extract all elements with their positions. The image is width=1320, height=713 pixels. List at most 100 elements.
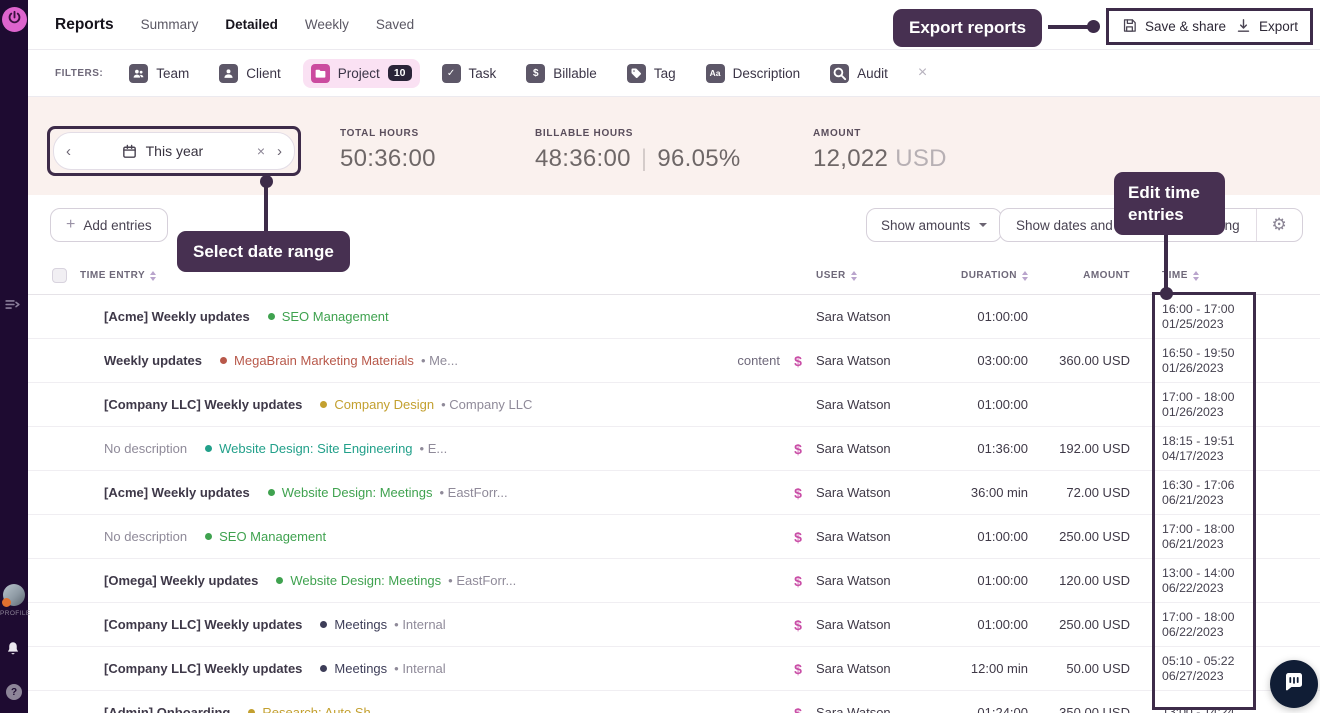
- table-row[interactable]: [Acme] Weekly updates Website Design: Mee…: [28, 471, 1320, 515]
- table-row[interactable]: No description Website Design: Site Engin…: [28, 427, 1320, 471]
- filter-chip-team[interactable]: Team: [121, 59, 197, 88]
- column-duration[interactable]: DURATION: [944, 270, 1046, 281]
- column-user[interactable]: USER: [816, 270, 944, 281]
- tab-detailed[interactable]: Detailed: [225, 17, 278, 32]
- column-time-entry[interactable]: TIME ENTRY: [80, 270, 716, 281]
- entry-description[interactable]: [Company LLC] Weekly updates: [104, 617, 302, 632]
- clear-date-icon[interactable]: ×: [257, 143, 265, 159]
- entry-description[interactable]: [Acme] Weekly updates: [104, 485, 250, 500]
- menu-expand-icon[interactable]: [4, 296, 21, 318]
- stat-label: TOTAL HOURS: [340, 128, 436, 139]
- entry-description[interactable]: [Acme] Weekly updates: [104, 309, 250, 324]
- profile-avatar[interactable]: [3, 584, 25, 606]
- filter-chip-label: Audit: [857, 66, 888, 81]
- billable-dollar-icon[interactable]: $: [780, 353, 816, 369]
- filter-chip-project[interactable]: Project10: [303, 59, 420, 88]
- select-all-checkbox[interactable]: [52, 268, 67, 283]
- entry-time-range[interactable]: 16:30 - 17:0606/21/2023: [1154, 478, 1320, 508]
- table-row[interactable]: [Acme] Weekly updatesSEO ManagementSara …: [28, 295, 1320, 339]
- filter-chip-task[interactable]: ✓Task: [434, 59, 505, 88]
- stat-billable-hours: BILLABLE HOURS 48:36:00|96.05%: [535, 128, 741, 173]
- save-share-button[interactable]: Save & share: [1121, 17, 1226, 37]
- project-icon: [311, 64, 330, 83]
- main-area: Reports Summary Detailed Weekly Saved Save …: [28, 0, 1320, 713]
- filter-chip-billable[interactable]: $Billable: [518, 59, 605, 88]
- billable-dollar-icon[interactable]: $: [780, 661, 816, 677]
- billable-dollar-icon[interactable]: $: [780, 485, 816, 501]
- tab-saved[interactable]: Saved: [376, 17, 414, 32]
- chevron-left-icon[interactable]: ‹: [66, 143, 71, 160]
- filter-chip-client[interactable]: Client: [211, 59, 289, 88]
- table-row[interactable]: Weekly updates MegaBrain Marketing Materi…: [28, 339, 1320, 383]
- billable-dollar-icon[interactable]: $: [780, 529, 816, 545]
- entry-time-range[interactable]: 16:50 - 19:5001/26/2023: [1154, 346, 1320, 376]
- table-row[interactable]: [Company LLC] Weekly updates Meetings• In…: [28, 647, 1320, 691]
- entry-duration: 03:00:00: [944, 353, 1046, 368]
- table-row[interactable]: [Omega] Weekly updates Website Design: Me…: [28, 559, 1320, 603]
- app-logo[interactable]: [2, 7, 27, 32]
- table-row[interactable]: No descriptionSEO Management$Sara Watson…: [28, 515, 1320, 559]
- table-row[interactable]: [Admin] Onboarding Research: Auto Sh... $S…: [28, 691, 1320, 713]
- entry-time-range[interactable]: 18:15 - 19:5104/17/2023: [1154, 434, 1320, 464]
- chevron-right-icon[interactable]: ›: [277, 143, 282, 160]
- chat-launcher-button[interactable]: [1270, 660, 1318, 708]
- entry-time-range[interactable]: 17:00 - 18:0006/21/2023: [1154, 522, 1320, 552]
- entry-description[interactable]: [Company LLC] Weekly updates: [104, 397, 302, 412]
- entry-description[interactable]: [Admin] Onboarding: [104, 705, 230, 713]
- entry-project[interactable]: Website Design: Site Engineering• E...: [205, 441, 447, 456]
- page-title: Reports: [55, 16, 114, 34]
- billable-dollar-icon[interactable]: $: [780, 573, 816, 589]
- entry-project[interactable]: Website Design: Meetings• EastForr...: [268, 485, 508, 500]
- entry-project[interactable]: Meetings• Internal: [320, 661, 445, 676]
- entry-project[interactable]: Meetings• Internal: [320, 617, 445, 632]
- entry-project[interactable]: Company Design• Company LLC: [320, 397, 532, 412]
- entry-description[interactable]: [Omega] Weekly updates: [104, 573, 258, 588]
- filter-chip-audit[interactable]: Audit: [822, 59, 896, 88]
- entry-project[interactable]: Research: Auto Sh...: [248, 705, 381, 713]
- entry-project[interactable]: MegaBrain Marketing Materials• Me...: [220, 353, 458, 368]
- callout-connector: [264, 183, 268, 232]
- notifications-bell-icon[interactable]: [4, 640, 22, 663]
- date-range-picker[interactable]: ‹ This year × ›: [53, 132, 295, 170]
- entry-time-range[interactable]: 17:00 - 18:0006/22/2023: [1154, 610, 1320, 640]
- entry-project[interactable]: SEO Management: [205, 529, 326, 544]
- table-row[interactable]: [Company LLC] Weekly updates Company Desi…: [28, 383, 1320, 427]
- entry-description[interactable]: No description: [104, 441, 187, 456]
- power-icon: [6, 9, 23, 31]
- date-range-value[interactable]: This year: [146, 143, 204, 159]
- clear-filters-icon[interactable]: ×: [918, 64, 927, 82]
- entry-time-range[interactable]: 16:00 - 17:0001/25/2023: [1154, 302, 1320, 332]
- add-entries-button[interactable]: + Add entries: [50, 208, 168, 242]
- client-name: • E...: [420, 441, 448, 456]
- column-time[interactable]: TIME: [1154, 270, 1320, 281]
- project-color-dot: [320, 621, 327, 628]
- entry-user: Sara Watson: [816, 705, 944, 713]
- tab-weekly[interactable]: Weekly: [305, 17, 349, 32]
- help-icon[interactable]: ?: [6, 684, 22, 700]
- entry-amount: 250.00 USD: [1046, 617, 1154, 632]
- billable-dollar-icon[interactable]: $: [780, 705, 816, 713]
- add-entries-label: Add entries: [83, 218, 151, 233]
- table-row[interactable]: [Company LLC] Weekly updates Meetings• In…: [28, 603, 1320, 647]
- save-share-label: Save & share: [1145, 19, 1226, 34]
- entry-project[interactable]: Website Design: Meetings• EastForr...: [276, 573, 516, 588]
- filter-chip-description[interactable]: AaDescription: [698, 59, 809, 88]
- entry-project[interactable]: SEO Management: [268, 309, 389, 324]
- entry-time-range[interactable]: 13:00 - 14:0006/22/2023: [1154, 566, 1320, 596]
- filter-chip-tag[interactable]: Tag: [619, 59, 684, 88]
- filter-chip-label: Billable: [553, 66, 597, 81]
- tab-summary[interactable]: Summary: [141, 17, 199, 32]
- show-amounts-dropdown[interactable]: Show amounts: [866, 208, 1002, 242]
- date-range-highlight-box: ‹ This year × ›: [47, 126, 301, 176]
- gear-icon[interactable]: ⚙: [1257, 209, 1302, 241]
- entry-description[interactable]: Weekly updates: [104, 353, 202, 368]
- entry-duration: 01:24:00: [944, 705, 1046, 713]
- entry-time-range[interactable]: 17:00 - 18:0001/26/2023: [1154, 390, 1320, 420]
- chat-icon: [1282, 670, 1306, 699]
- billable-dollar-icon[interactable]: $: [780, 617, 816, 633]
- billable-dollar-icon[interactable]: $: [780, 441, 816, 457]
- export-button[interactable]: Export: [1235, 17, 1298, 37]
- project-color-dot: [276, 577, 283, 584]
- entry-description[interactable]: No description: [104, 529, 187, 544]
- entry-description[interactable]: [Company LLC] Weekly updates: [104, 661, 302, 676]
